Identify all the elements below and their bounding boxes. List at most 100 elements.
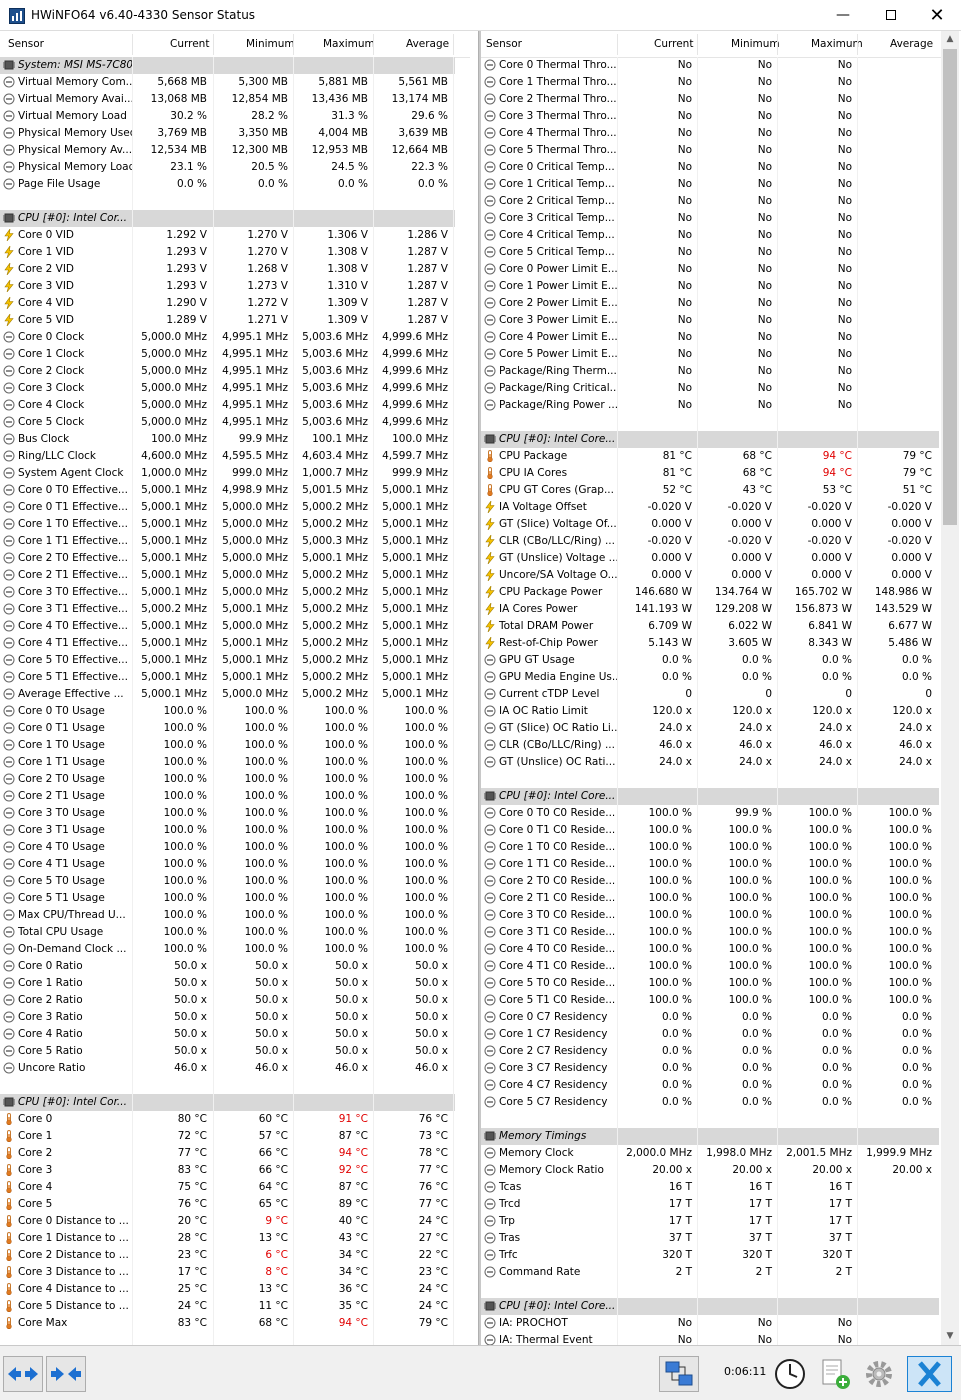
sensor-row[interactable]: GT (Slice) Voltage Of... 0.000 V 0.000 V 0.… bbox=[481, 516, 939, 533]
sensor-row[interactable]: Core 5 Ratio 50.0 x 50.0 x 50.0 x 50.0 x bbox=[0, 1043, 455, 1060]
column-maximum[interactable]: Maximum bbox=[811, 38, 863, 50]
sensor-row[interactable]: Core 1 T0 Usage 100.0 % 100.0 % 100.0 % 100.… bbox=[0, 737, 455, 754]
sensor-row[interactable]: Trp 17 T 17 T 17 T bbox=[481, 1213, 939, 1230]
sensor-row[interactable]: Core 0 Ratio 50.0 x 50.0 x 50.0 x 50.0 x bbox=[0, 958, 455, 975]
sensor-row[interactable]: Core 4 Clock 5,000.0 MHz 4,995.1 MHz 5,003.… bbox=[0, 397, 455, 414]
sensor-row[interactable]: Core 3 83 °C 66 °C 92 °C 77 °C bbox=[0, 1162, 455, 1179]
sensor-row[interactable]: Core 4 Thermal Thro... No No No bbox=[481, 125, 939, 142]
sensor-row[interactable]: Core 3 T1 C0 Reside... 100.0 % 100.0 % 100.… bbox=[481, 924, 939, 941]
expand-button[interactable] bbox=[46, 1356, 86, 1392]
sensor-row[interactable]: Core 2 Ratio 50.0 x 50.0 x 50.0 x 50.0 x bbox=[0, 992, 455, 1009]
sensor-row[interactable]: CPU GT Cores (Grap... 52 °C 43 °C 53 °C 51 °… bbox=[481, 482, 939, 499]
column-average[interactable]: Average bbox=[890, 38, 933, 50]
sensor-row[interactable]: Core 5 T1 C0 Reside... 100.0 % 100.0 % 100.… bbox=[481, 992, 939, 1009]
sensor-row[interactable]: IA: Thermal Event No No No bbox=[481, 1332, 939, 1345]
sensor-row[interactable]: Virtual Memory Load 30.2 % 28.2 % 31.3 % 29.… bbox=[0, 108, 455, 125]
sensor-group-header[interactable]: CPU [#0]: Intel Cor... bbox=[0, 1094, 455, 1111]
sensor-row[interactable]: Core 3 Ratio 50.0 x 50.0 x 50.0 x 50.0 x bbox=[0, 1009, 455, 1026]
sensor-row[interactable]: Total DRAM Power 6.709 W 6.022 W 6.841 W 6.6… bbox=[481, 618, 939, 635]
sensor-row[interactable]: Core 3 Distance to ... 17 °C 8 °C 34 °C 23 °… bbox=[0, 1264, 455, 1281]
column-average[interactable]: Average bbox=[406, 38, 449, 50]
sensor-row[interactable]: Core 3 Critical Temp... No No No bbox=[481, 210, 939, 227]
sensor-row[interactable]: Package/Ring Therm... No No No bbox=[481, 363, 939, 380]
sensor-row[interactable]: CPU Package Power 146.680 W 134.764 W 165.7… bbox=[481, 584, 939, 601]
sensor-row[interactable]: Core 4 T0 C0 Reside... 100.0 % 100.0 % 100.… bbox=[481, 941, 939, 958]
sensor-row[interactable]: Memory Clock Ratio 20.00 x 20.00 x 20.00 x 2… bbox=[481, 1162, 939, 1179]
sensor-row[interactable]: Core 1 T0 Effective... 5,000.1 MHz 5,000.0… bbox=[0, 516, 455, 533]
sensor-row[interactable]: Core 0 Distance to ... 20 °C 9 °C 40 °C 24 °… bbox=[0, 1213, 455, 1230]
sensor-row[interactable]: Core 0 T0 C0 Reside... 100.0 % 99.9 % 100.0… bbox=[481, 805, 939, 822]
sensor-row[interactable]: Core 3 Thermal Thro... No No No bbox=[481, 108, 939, 125]
sensor-row[interactable]: Physical Memory Load 23.1 % 20.5 % 24.5 % 22… bbox=[0, 159, 455, 176]
sensor-row[interactable]: Core 1 Thermal Thro... No No No bbox=[481, 74, 939, 91]
column-current[interactable]: Current bbox=[170, 38, 209, 50]
sensor-row[interactable]: Max CPU/Thread U... 100.0 % 100.0 % 100.0 %… bbox=[0, 907, 455, 924]
sensor-row[interactable]: Uncore Ratio 46.0 x 46.0 x 46.0 x 46.0 x bbox=[0, 1060, 455, 1077]
sensor-row[interactable]: Command Rate 2 T 2 T 2 T bbox=[481, 1264, 939, 1281]
column-minimum[interactable]: Minimum bbox=[731, 38, 780, 50]
sensor-row[interactable]: CPU IA Cores 81 °C 68 °C 94 °C 79 °C bbox=[481, 465, 939, 482]
sensor-row[interactable]: Core 5 Clock 5,000.0 MHz 4,995.1 MHz 5,003.… bbox=[0, 414, 455, 431]
sensor-row[interactable]: Core 3 T0 C0 Reside... 100.0 % 100.0 % 100.… bbox=[481, 907, 939, 924]
sensor-group-header[interactable]: CPU [#0]: Intel Core... bbox=[481, 788, 939, 805]
sensor-row[interactable]: Core 2 T1 Usage 100.0 % 100.0 % 100.0 % 100.… bbox=[0, 788, 455, 805]
sensor-row[interactable]: GT (Unslice) OC Rati... 24.0 x 24.0 x 24.0 … bbox=[481, 754, 939, 771]
sensor-row[interactable]: Core 5 T0 Usage 100.0 % 100.0 % 100.0 % 100.… bbox=[0, 873, 455, 890]
sensor-row[interactable]: Core 4 T1 Effective... 5,000.1 MHz 5,000.1… bbox=[0, 635, 455, 652]
sensor-row[interactable]: Core 1 Critical Temp... No No No bbox=[481, 176, 939, 193]
sensor-row[interactable]: Package/Ring Critical... No No No bbox=[481, 380, 939, 397]
sensor-row[interactable]: Core 5 C7 Residency 0.0 % 0.0 % 0.0 % 0.0 % bbox=[481, 1094, 939, 1111]
sensor-row[interactable]: Core 2 77 °C 66 °C 94 °C 78 °C bbox=[0, 1145, 455, 1162]
sensor-row[interactable]: Core 4 Power Limit E... No No No bbox=[481, 329, 939, 346]
sensor-row[interactable]: Core 3 C7 Residency 0.0 % 0.0 % 0.0 % 0.0 % bbox=[481, 1060, 939, 1077]
sensor-row[interactable]: Core 3 VID 1.293 V 1.273 V 1.310 V 1.287 V bbox=[0, 278, 455, 295]
sensor-row[interactable]: CPU Package 81 °C 68 °C 94 °C 79 °C bbox=[481, 448, 939, 465]
sensor-row[interactable]: Core 2 Power Limit E... No No No bbox=[481, 295, 939, 312]
sensor-row[interactable]: Core 5 Critical Temp... No No No bbox=[481, 244, 939, 261]
sensor-group-header[interactable]: CPU [#0]: Intel Core... bbox=[481, 1298, 939, 1315]
sensor-row[interactable]: Core 0 Clock 5,000.0 MHz 4,995.1 MHz 5,003.… bbox=[0, 329, 455, 346]
sensor-row[interactable]: CLR (CBo/LLC/Ring) ... -0.020 V -0.020 V -0… bbox=[481, 533, 939, 550]
sensor-row[interactable]: Core 0 T1 Usage 100.0 % 100.0 % 100.0 % 100.… bbox=[0, 720, 455, 737]
sensor-row[interactable]: Core 4 C7 Residency 0.0 % 0.0 % 0.0 % 0.0 % bbox=[481, 1077, 939, 1094]
sensor-row[interactable]: Core 5 T0 C0 Reside... 100.0 % 100.0 % 100.… bbox=[481, 975, 939, 992]
clock-button[interactable] bbox=[770, 1356, 810, 1392]
sensor-row[interactable]: Rest-of-Chip Power 5.143 W 3.605 W 8.343 W 5… bbox=[481, 635, 939, 652]
close-button[interactable]: ✕ bbox=[914, 0, 960, 31]
sensor-row[interactable]: Trcd 17 T 17 T 17 T bbox=[481, 1196, 939, 1213]
sensor-group-header[interactable]: CPU [#0]: Intel Cor... bbox=[0, 210, 455, 227]
column-current[interactable]: Current bbox=[654, 38, 693, 50]
sensor-row[interactable]: Core 0 Power Limit E... No No No bbox=[481, 261, 939, 278]
sensor-row[interactable]: GT (Unslice) Voltage ... 0.000 V 0.000 V 0.… bbox=[481, 550, 939, 567]
sensor-row[interactable]: Core 4 75 °C 64 °C 87 °C 76 °C bbox=[0, 1179, 455, 1196]
sensor-group-header[interactable]: System: MSI MS-7C80 bbox=[0, 57, 455, 74]
sensor-row[interactable]: Core 4 Critical Temp... No No No bbox=[481, 227, 939, 244]
sensor-row[interactable]: Core 3 T1 Usage 100.0 % 100.0 % 100.0 % 100.… bbox=[0, 822, 455, 839]
sensor-row[interactable]: Core 0 VID 1.292 V 1.270 V 1.306 V 1.286 V bbox=[0, 227, 455, 244]
sensor-row[interactable]: Core 3 T0 Effective... 5,000.1 MHz 5,000.0… bbox=[0, 584, 455, 601]
sensor-row[interactable]: Core 2 VID 1.293 V 1.268 V 1.308 V 1.287 V bbox=[0, 261, 455, 278]
sensor-row[interactable]: Core 1 Ratio 50.0 x 50.0 x 50.0 x 50.0 x bbox=[0, 975, 455, 992]
sensor-row[interactable]: Core 2 Critical Temp... No No No bbox=[481, 193, 939, 210]
sensor-row[interactable]: Core 5 T0 Effective... 5,000.1 MHz 5,000.1… bbox=[0, 652, 455, 669]
sensor-row[interactable]: GT (Slice) OC Ratio Li... 24.0 x 24.0 x 24.… bbox=[481, 720, 939, 737]
sensor-row[interactable]: Core 2 T1 Effective... 5,000.1 MHz 5,000.0… bbox=[0, 567, 455, 584]
settings-button[interactable] bbox=[859, 1356, 899, 1392]
sensor-row[interactable]: Core 1 C7 Residency 0.0 % 0.0 % 0.0 % 0.0 % bbox=[481, 1026, 939, 1043]
sensor-row[interactable]: Core 2 C7 Residency 0.0 % 0.0 % 0.0 % 0.0 % bbox=[481, 1043, 939, 1060]
sensor-row[interactable]: IA Cores Power 141.193 W 129.208 W 156.873 … bbox=[481, 601, 939, 618]
sensor-row[interactable]: Core 2 T0 C0 Reside... 100.0 % 100.0 % 100.… bbox=[481, 873, 939, 890]
sensor-row[interactable]: Core 5 Power Limit E... No No No bbox=[481, 346, 939, 363]
sensor-row[interactable]: GPU GT Usage 0.0 % 0.0 % 0.0 % 0.0 % bbox=[481, 652, 939, 669]
sensor-row[interactable]: Core 1 T1 Usage 100.0 % 100.0 % 100.0 % 100.… bbox=[0, 754, 455, 771]
sensor-row[interactable]: Tras 37 T 37 T 37 T bbox=[481, 1230, 939, 1247]
maximize-button[interactable] bbox=[868, 0, 914, 31]
sensor-row[interactable]: Core 5 Thermal Thro... No No No bbox=[481, 142, 939, 159]
sensor-row[interactable]: Core 2 Thermal Thro... No No No bbox=[481, 91, 939, 108]
sensor-row[interactable]: IA OC Ratio Limit 120.0 x 120.0 x 120.0 x 12… bbox=[481, 703, 939, 720]
scroll-up-arrow-icon[interactable]: ▲ bbox=[941, 31, 959, 48]
sensor-row[interactable]: Core 4 T1 Usage 100.0 % 100.0 % 100.0 % 100.… bbox=[0, 856, 455, 873]
sensor-row[interactable]: Core 4 VID 1.290 V 1.272 V 1.309 V 1.287 V bbox=[0, 295, 455, 312]
sensor-row[interactable]: Core 2 Clock 5,000.0 MHz 4,995.1 MHz 5,003.… bbox=[0, 363, 455, 380]
sensor-row[interactable]: Physical Memory Used 3,769 MB 3,350 MB 4,00… bbox=[0, 125, 455, 142]
